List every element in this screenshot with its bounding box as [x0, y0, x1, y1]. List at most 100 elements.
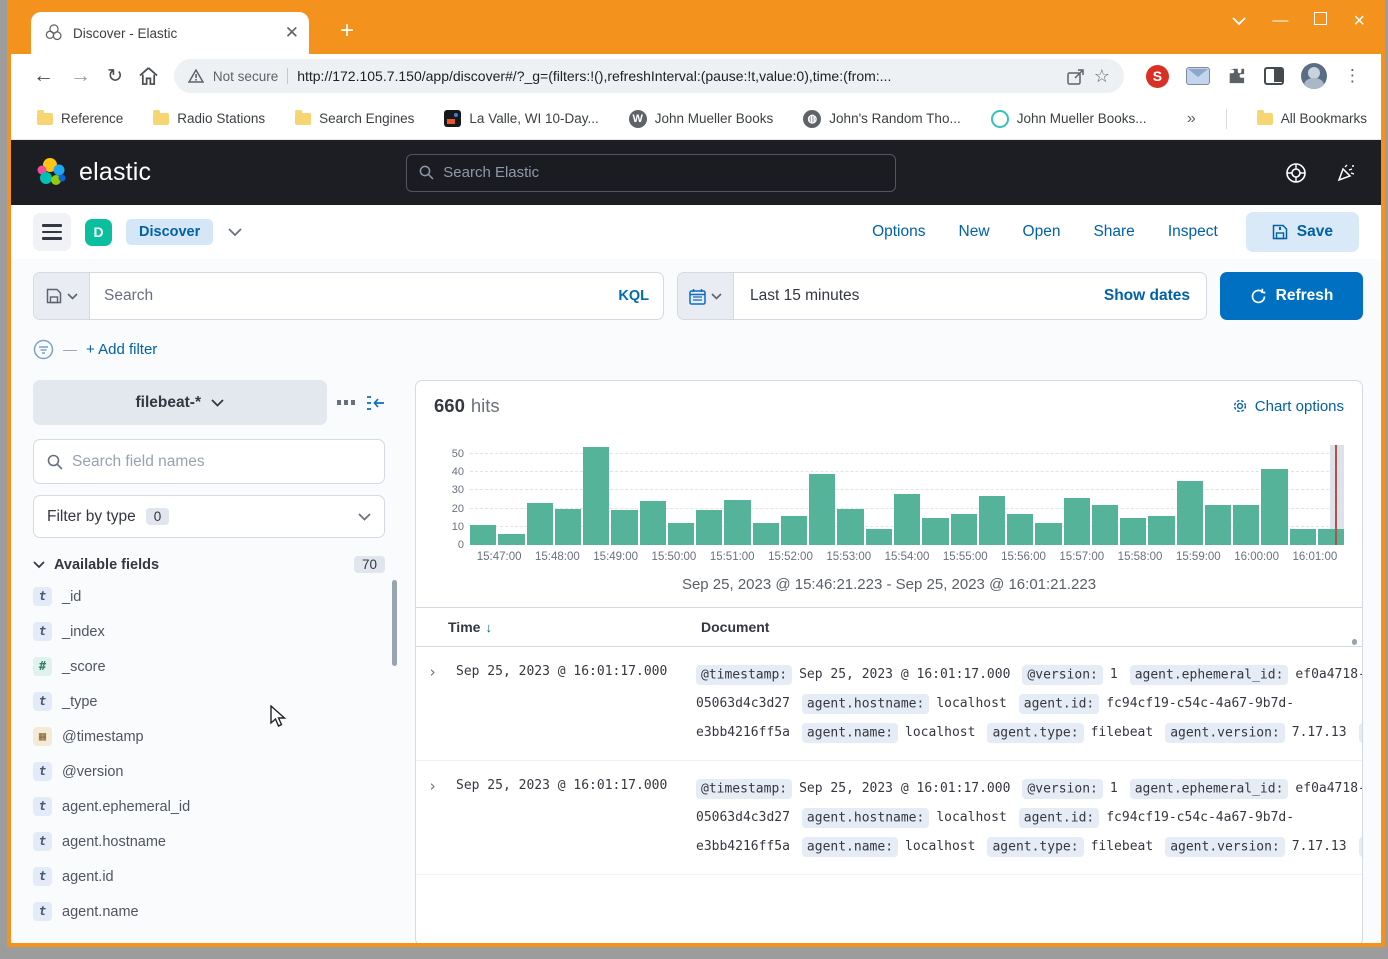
chart-options-button[interactable]: Chart options	[1232, 398, 1344, 415]
bookmark-item[interactable]: Search Engines	[295, 111, 414, 126]
field-item[interactable]: #_score	[33, 649, 385, 684]
histogram-bar[interactable]	[1035, 523, 1061, 545]
available-fields-label[interactable]: Available fields	[54, 557, 159, 573]
forward-button[interactable]: →	[70, 64, 91, 88]
toolbar-link-new[interactable]: New	[959, 223, 990, 241]
not-secure-warning-icon[interactable]	[188, 69, 204, 83]
histogram-bar[interactable]	[753, 523, 779, 545]
histogram-bar[interactable]	[922, 518, 948, 545]
reload-button[interactable]: ↻	[107, 65, 123, 88]
field-item[interactable]: tagent.ephemeral_id	[33, 789, 385, 824]
histogram-bar[interactable]	[809, 474, 835, 545]
bookmark-item[interactable]: ◍John's Random Tho...	[803, 110, 960, 128]
toolbar-link-open[interactable]: Open	[1023, 223, 1061, 241]
index-pattern-select[interactable]: filebeat-*	[33, 380, 327, 425]
refresh-button[interactable]: Refresh	[1220, 272, 1363, 320]
histogram-bar[interactable]	[724, 500, 750, 545]
browser-menu-icon[interactable]: ⋮	[1344, 66, 1361, 86]
bookmarks-overflow-icon[interactable]: »	[1187, 110, 1196, 128]
field-item[interactable]: tagent.id	[33, 859, 385, 894]
histogram-bar[interactable]	[781, 516, 807, 545]
new-tab-button[interactable]: +	[333, 18, 361, 46]
side-panel-icon[interactable]	[1264, 67, 1284, 85]
field-item[interactable]: t_type	[33, 684, 385, 719]
help-life-ring-icon[interactable]	[1285, 162, 1307, 184]
share-icon[interactable]	[1067, 68, 1085, 85]
bookmark-item[interactable]: WJohn Mueller Books	[629, 110, 774, 128]
expand-row-icon[interactable]: ›	[428, 774, 456, 861]
histogram-bar[interactable]	[1007, 514, 1033, 545]
tab-close-icon[interactable]: ✕	[285, 23, 299, 43]
show-dates-button[interactable]: Show dates	[1088, 273, 1206, 319]
add-filter-button[interactable]: + Add filter	[86, 341, 157, 358]
histogram-bar[interactable]	[1177, 481, 1203, 545]
query-search-input[interactable]	[104, 287, 610, 305]
home-button[interactable]	[139, 67, 158, 85]
breadcrumb[interactable]: Discover	[126, 219, 213, 245]
all-bookmarks-button[interactable]: All Bookmarks	[1257, 111, 1367, 126]
available-fields-chevron-icon[interactable]	[33, 561, 45, 569]
histogram-bar[interactable]	[1290, 529, 1316, 545]
window-menu-chevron-icon[interactable]	[1232, 17, 1246, 26]
table-scrollbar[interactable]	[1352, 639, 1357, 645]
histogram-bar[interactable]	[1120, 518, 1146, 545]
bookmark-item[interactable]: La Valle, WI 10-Day...	[444, 110, 598, 127]
global-search[interactable]	[406, 154, 896, 192]
field-item[interactable]: ▦@timestamp	[33, 719, 385, 754]
nav-menu-button[interactable]	[33, 213, 71, 251]
kql-label[interactable]: KQL	[618, 288, 649, 304]
histogram-bar[interactable]	[527, 503, 553, 545]
table-row[interactable]: ›Sep 25, 2023 @ 16:01:17.000@timestamp:S…	[416, 761, 1362, 875]
field-search[interactable]	[33, 439, 385, 484]
time-column-header[interactable]: Time ↓	[448, 619, 701, 635]
window-minimize-button[interactable]: —	[1272, 12, 1288, 30]
histogram-bar[interactable]	[640, 501, 666, 545]
toolbar-link-share[interactable]: Share	[1093, 223, 1134, 241]
fields-scrollbar[interactable]	[392, 580, 397, 666]
window-maximize-button[interactable]	[1314, 12, 1327, 30]
histogram-bar[interactable]	[1261, 469, 1287, 545]
histogram-bar[interactable]	[498, 534, 524, 545]
histogram-chart[interactable]: 01020304050	[434, 445, 1344, 545]
profile-avatar[interactable]	[1301, 63, 1327, 89]
announcements-party-icon[interactable]	[1335, 162, 1357, 184]
space-avatar[interactable]: D	[85, 219, 112, 246]
sort-descending-icon[interactable]: ↓	[485, 620, 492, 635]
window-close-button[interactable]: ×	[1353, 10, 1365, 33]
back-button[interactable]: ←	[33, 64, 54, 88]
histogram-bar[interactable]	[979, 496, 1005, 545]
bookmark-star-icon[interactable]: ☆	[1094, 66, 1110, 87]
save-button[interactable]: Save	[1246, 212, 1359, 252]
field-item[interactable]: t_id	[33, 579, 385, 614]
table-row[interactable]: ›Sep 25, 2023 @ 16:01:17.000@timestamp:S…	[416, 647, 1362, 761]
expand-row-icon[interactable]: ›	[428, 660, 456, 747]
filter-icon[interactable]	[33, 339, 54, 360]
date-picker-calendar-button[interactable]	[678, 273, 734, 319]
browser-tab[interactable]: Discover - Elastic ✕	[31, 12, 309, 54]
histogram-bar[interactable]	[837, 509, 863, 545]
toolbar-link-inspect[interactable]: Inspect	[1168, 223, 1218, 241]
histogram-bar[interactable]	[583, 447, 609, 545]
field-item[interactable]: t@version	[33, 754, 385, 789]
collapse-sidebar-icon[interactable]	[365, 395, 385, 411]
histogram-bar[interactable]	[1148, 516, 1174, 545]
histogram-bar[interactable]	[1064, 498, 1090, 545]
field-search-input[interactable]	[72, 453, 371, 471]
saved-queries-button[interactable]	[34, 273, 90, 319]
field-item[interactable]: tagent.name	[33, 894, 385, 929]
url-text[interactable]: http://172.105.7.150/app/discover#/?_g=(…	[297, 68, 1058, 84]
histogram-bar[interactable]	[1318, 529, 1344, 545]
field-item[interactable]: t_index	[33, 614, 385, 649]
toolbar-link-options[interactable]: Options	[872, 223, 925, 241]
histogram-bar[interactable]	[611, 510, 637, 545]
filter-by-type[interactable]: Filter by type 0	[33, 495, 385, 538]
field-item[interactable]: tagent.hostname	[33, 824, 385, 859]
bookmark-item[interactable]: John Mueller Books...	[991, 110, 1147, 128]
histogram-bar[interactable]	[668, 523, 694, 545]
bookmark-item[interactable]: Reference	[37, 111, 123, 126]
time-range-value[interactable]: Last 15 minutes	[734, 273, 1088, 319]
histogram-bar[interactable]	[696, 510, 722, 545]
histogram-bar[interactable]	[555, 509, 581, 545]
bookmark-item[interactable]: Radio Stations	[153, 111, 265, 126]
extension-s-icon[interactable]: S	[1146, 65, 1169, 88]
